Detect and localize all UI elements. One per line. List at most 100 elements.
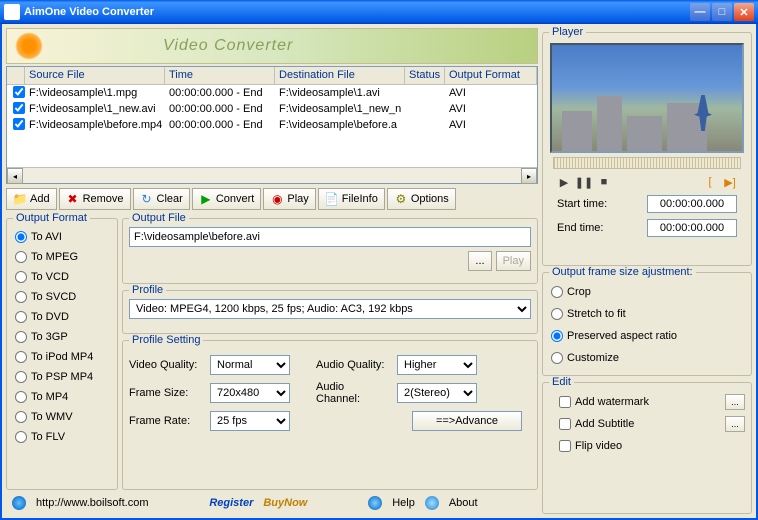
fileinfo-button[interactable]: 📄FileInfo (318, 188, 385, 210)
maximize-button[interactable]: □ (712, 3, 732, 21)
col-source[interactable]: Source File (25, 67, 165, 84)
player-title: Player (549, 26, 586, 38)
cell-status (405, 92, 445, 94)
video-preview[interactable] (550, 43, 744, 153)
format-option[interactable]: To AVI (13, 227, 111, 247)
frame-size-label: Frame Size: (129, 387, 204, 399)
video-quality-select[interactable]: Normal (210, 355, 290, 375)
watermark-config-button[interactable]: ... (725, 394, 745, 410)
format-radio[interactable] (15, 371, 27, 383)
adjust-label: Preserved aspect ratio (567, 330, 677, 342)
register-link[interactable]: Register (209, 497, 253, 509)
table-row[interactable]: F:\videosample\before.mp400:00:00.000 - … (7, 117, 537, 133)
frame-size-select[interactable]: 720x480 (210, 383, 290, 403)
format-radio[interactable] (15, 351, 27, 363)
format-option[interactable]: To MP4 (13, 387, 111, 407)
scroll-left-icon[interactable]: ◂ (7, 168, 23, 184)
format-radio[interactable] (15, 291, 27, 303)
buynow-link[interactable]: BuyNow (263, 497, 307, 509)
col-status[interactable]: Status (405, 67, 445, 84)
mark-in-button[interactable]: [ (703, 175, 717, 189)
col-check[interactable] (7, 67, 25, 84)
format-radio[interactable] (15, 431, 27, 443)
scroll-track[interactable] (23, 168, 521, 183)
audio-channel-label: Audio Channel: (316, 381, 391, 405)
format-radio[interactable] (15, 271, 27, 283)
add-button[interactable]: 📁Add (6, 188, 57, 210)
scroll-right-icon[interactable]: ▸ (521, 168, 537, 184)
format-option[interactable]: To DVD (13, 307, 111, 327)
banner: Video Converter (6, 28, 538, 64)
browse-button[interactable]: ... (468, 251, 491, 271)
table-row[interactable]: F:\videosample\1_new.avi00:00:00.000 - E… (7, 101, 537, 117)
adjust-radio[interactable] (551, 330, 563, 342)
audio-channel-select[interactable]: 2(Stereo) (397, 383, 477, 403)
player-stop-button[interactable]: ■ (597, 175, 611, 189)
cell-format: AVI (445, 118, 537, 132)
format-option[interactable]: To MPEG (13, 247, 111, 267)
output-file-input[interactable] (129, 227, 531, 247)
table-row[interactable]: F:\videosample\1.mpg00:00:00.000 - EndF:… (7, 85, 537, 101)
adjust-radio[interactable] (551, 308, 563, 320)
convert-button[interactable]: ▶Convert (192, 188, 262, 210)
format-option[interactable]: To VCD (13, 267, 111, 287)
adjust-option[interactable]: Stretch to fit (549, 303, 745, 325)
options-button[interactable]: ⚙Options (387, 188, 456, 210)
row-checkbox[interactable] (13, 102, 25, 114)
profile-setting-group: Profile Setting Video Quality: Normal Au… (122, 340, 538, 490)
profile-group: Profile Video: MPEG4, 1200 kbps, 25 fps;… (122, 290, 538, 334)
format-radio[interactable] (15, 411, 27, 423)
row-checkbox[interactable] (13, 118, 25, 130)
col-format[interactable]: Output Format (445, 67, 537, 84)
seek-bar[interactable] (553, 157, 741, 169)
format-radio[interactable] (15, 331, 27, 343)
minimize-button[interactable]: — (690, 3, 710, 21)
mark-out-button[interactable]: ▶] (723, 175, 737, 189)
format-option[interactable]: To iPod MP4 (13, 347, 111, 367)
adjust-option[interactable]: Customize (549, 347, 745, 369)
adjust-radio[interactable] (551, 352, 563, 364)
format-option[interactable]: To FLV (13, 427, 111, 447)
about-link[interactable]: About (449, 497, 478, 509)
format-radio[interactable] (15, 251, 27, 263)
format-option[interactable]: To SVCD (13, 287, 111, 307)
close-button[interactable]: ✕ (734, 3, 754, 21)
end-time-label: End time: (557, 222, 603, 234)
audio-quality-select[interactable]: Higher (397, 355, 477, 375)
subtitle-config-button[interactable]: ... (725, 416, 745, 432)
format-option[interactable]: To 3GP (13, 327, 111, 347)
end-time-value[interactable]: 00:00:00.000 (647, 219, 737, 237)
adjust-option[interactable]: Preserved aspect ratio (549, 325, 745, 347)
clear-button[interactable]: ↻Clear (133, 188, 190, 210)
clear-icon: ↻ (140, 192, 154, 206)
website-link[interactable]: http://www.boilsoft.com (36, 497, 149, 509)
adjust-radio[interactable] (551, 286, 563, 298)
profile-select[interactable]: Video: MPEG4, 1200 kbps, 25 fps; Audio: … (129, 299, 531, 319)
format-radio[interactable] (15, 391, 27, 403)
player-pause-button[interactable]: ❚❚ (577, 175, 591, 189)
play-file-button[interactable]: Play (496, 251, 531, 271)
remove-button[interactable]: ✖Remove (59, 188, 131, 210)
format-label: To iPod MP4 (31, 351, 93, 363)
frame-rate-select[interactable]: 25 fps (210, 411, 290, 431)
row-checkbox[interactable] (13, 86, 25, 98)
help-link[interactable]: Help (392, 497, 415, 509)
adjust-option[interactable]: Crop (549, 281, 745, 303)
format-radio[interactable] (15, 231, 27, 243)
col-dest[interactable]: Destination File (275, 67, 405, 84)
subtitle-checkbox[interactable] (559, 418, 571, 430)
horizontal-scrollbar[interactable]: ◂ ▸ (7, 167, 537, 183)
format-option[interactable]: To PSP MP4 (13, 367, 111, 387)
advance-button[interactable]: ==>Advance (412, 411, 522, 431)
format-radio[interactable] (15, 311, 27, 323)
start-time-value[interactable]: 00:00:00.000 (647, 195, 737, 213)
col-time[interactable]: Time (165, 67, 275, 84)
player-play-button[interactable]: ▶ (557, 175, 571, 189)
cell-source: F:\videosample\1_new.avi (25, 102, 165, 116)
format-label: To FLV (31, 431, 65, 443)
disc-icon: ◉ (270, 192, 284, 206)
play-button[interactable]: ◉Play (263, 188, 315, 210)
watermark-checkbox[interactable] (559, 396, 571, 408)
format-option[interactable]: To WMV (13, 407, 111, 427)
flip-checkbox[interactable] (559, 440, 571, 452)
